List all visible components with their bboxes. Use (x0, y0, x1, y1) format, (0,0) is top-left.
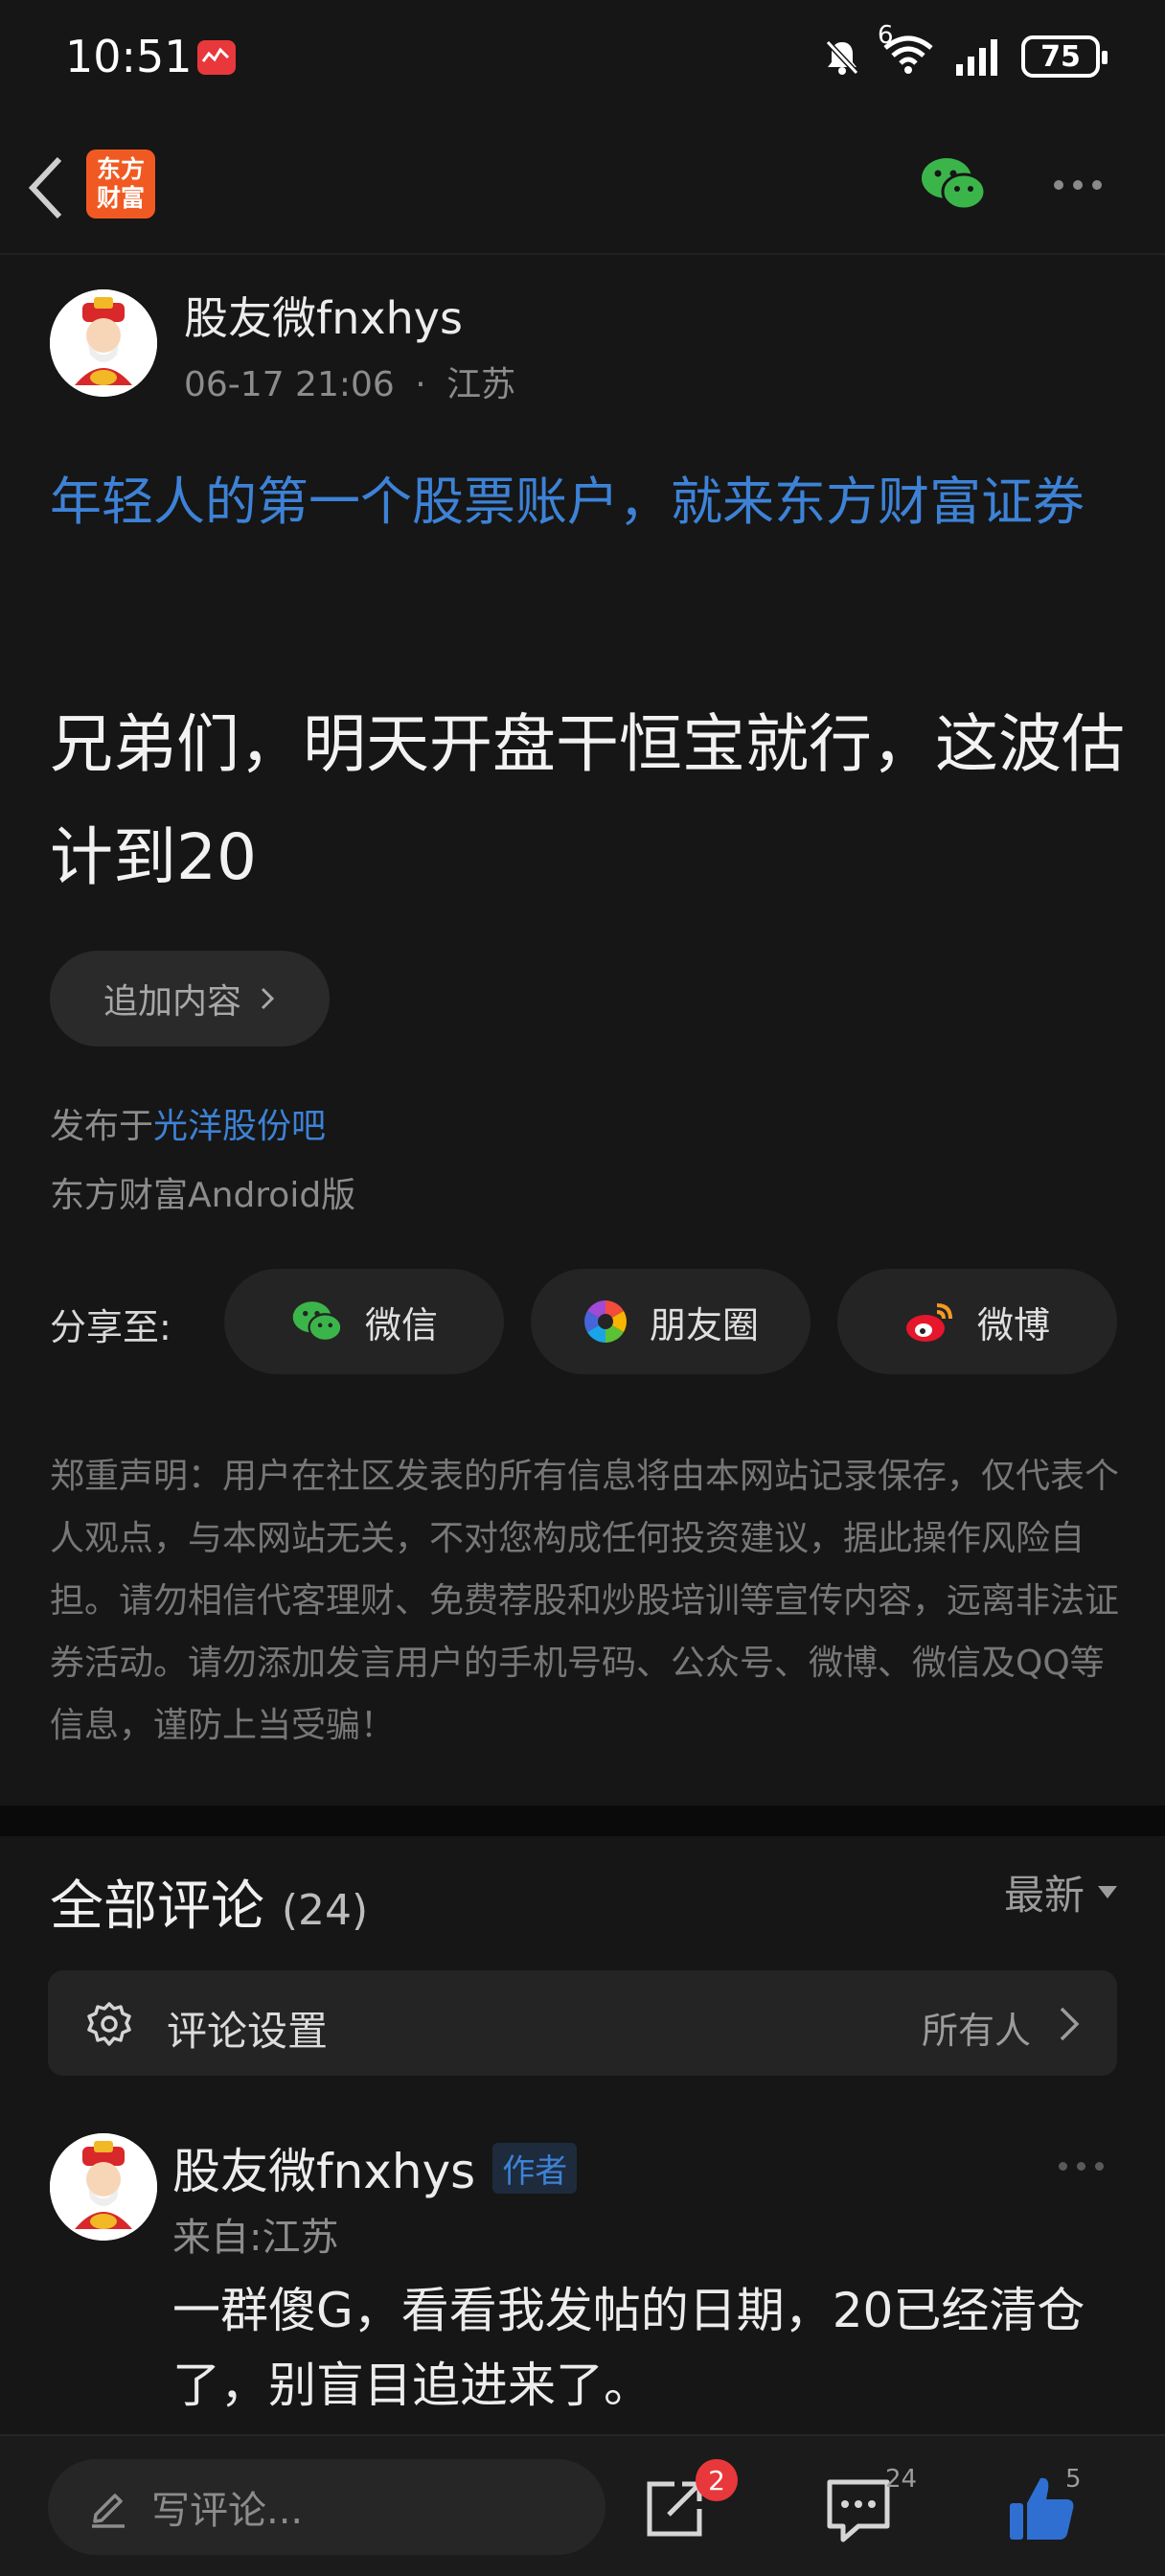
logo-line-1: 东方 (96, 155, 145, 183)
commenter-avatar[interactable] (50, 2133, 157, 2241)
share-weibo-button[interactable]: 微博 (837, 1269, 1117, 1374)
dot-icon (1092, 180, 1102, 190)
like-count: 5 (1065, 2465, 1082, 2494)
comment-author-name[interactable]: 股友微fnxhys (172, 2133, 475, 2202)
author-badge: 作者 (492, 2142, 578, 2194)
comment-author: 股友微fnxhys 作者 (172, 2133, 578, 2202)
sort-label: 最新 (1003, 1872, 1085, 1919)
wechat-icon (922, 158, 987, 211)
weibo-icon (905, 1303, 952, 1342)
app-notification-icon (197, 40, 236, 75)
sort-dropdown[interactable]: 最新 (1004, 1863, 1117, 1921)
post-location: 江苏 (446, 365, 516, 404)
share-label: 分享至: (50, 1306, 171, 1348)
back-button[interactable] (21, 150, 79, 226)
wifi-icon: 6 (878, 21, 935, 79)
dot-icon (1059, 2162, 1067, 2171)
write-comment-input[interactable]: 写评论... (48, 2459, 605, 2555)
comment-settings-value: 所有人 (921, 2010, 1031, 2052)
dot-icon (1073, 180, 1083, 190)
comment-settings-row[interactable]: 评论设置 所有人 (48, 1970, 1117, 2076)
gear-icon (87, 2002, 131, 2046)
post-meta: 06-17 21:06 · 江苏 (184, 356, 515, 406)
comment-settings-label: 评论设置 (167, 2008, 329, 2055)
section-divider (0, 1806, 1165, 1836)
comments-count: (24) (281, 1886, 369, 1935)
wechat-share-button[interactable] (920, 155, 987, 213)
share-moments-label: 朋友圈 (649, 1303, 759, 1346)
promo-link[interactable]: 年轻人的第一个股票账户，就来东方财富证券 (50, 460, 1132, 544)
comment-more-button[interactable] (1059, 2162, 1104, 2171)
comments-title-label: 全部评论 (50, 1875, 264, 1938)
dot-icon (1077, 2162, 1085, 2171)
dot-icon (1054, 180, 1063, 190)
post-date: 06-17 21:06 (184, 365, 395, 404)
fortune-god-avatar-icon (50, 289, 157, 397)
share-moments-button[interactable]: 朋友圈 (531, 1269, 811, 1374)
more-options-button[interactable] (1054, 180, 1102, 190)
share-weibo-label: 微博 (976, 1303, 1050, 1346)
client-info: 东方财富Android版 (50, 1176, 356, 1215)
author-avatar[interactable] (50, 289, 157, 397)
logo-line-2: 财富 (96, 184, 145, 212)
post-author-name[interactable]: 股友微fnxhys (184, 284, 463, 347)
battery-indicator: 75 (1021, 35, 1108, 78)
stock-bar-link[interactable]: 光洋股份吧 (153, 1107, 326, 1146)
signal-icon (956, 39, 997, 76)
network-sup: 6 (878, 21, 894, 50)
meta-separator: · (415, 365, 426, 404)
post-body: 兄弟们，明天开盘干恒宝就行，这波估计到20 (50, 707, 1125, 894)
chevron-left-icon (28, 156, 62, 219)
wechat-icon (292, 1301, 343, 1343)
moments-icon (584, 1300, 627, 1343)
append-content-label: 追加内容 (103, 982, 241, 1022)
comment-count: 24 (885, 2465, 918, 2494)
eastmoney-logo[interactable]: 东方 财富 (86, 150, 155, 218)
mute-bell-icon (825, 39, 859, 76)
caret-down-icon (1098, 1886, 1117, 1898)
status-time: 10:51 (65, 31, 193, 82)
status-icons: 6 75 (822, 21, 1108, 79)
nav-divider (0, 253, 1165, 255)
chevron-right-icon (261, 987, 275, 1010)
comment-text: 一群傻G，看看我发帖的日期，20已经清仓了，别盲目追进来了。 (172, 2283, 1085, 2413)
chevron-right-icon (1060, 2007, 1080, 2041)
comments-title: 全部评论 (24) (50, 1863, 368, 1941)
share-wechat-label: 微信 (364, 1303, 438, 1346)
comment-location: 来自:江苏 (172, 2216, 339, 2260)
share-wechat-button[interactable]: 微信 (224, 1269, 504, 1374)
disclaimer-text: 郑重声明：用户在社区发表的所有信息将由本网站记录保存，仅代表个人观点，与本网站无… (50, 1457, 1120, 1745)
share-badge: 2 (696, 2459, 738, 2501)
pencil-icon (92, 2494, 125, 2528)
fortune-god-avatar-icon (50, 2133, 157, 2241)
append-content-button[interactable]: 追加内容 (50, 951, 330, 1046)
published-in: 发布于光洋股份吧 (50, 1098, 326, 1148)
write-comment-placeholder: 写评论... (151, 2489, 304, 2533)
dot-icon (1095, 2162, 1104, 2171)
published-prefix: 发布于 (50, 1107, 154, 1146)
